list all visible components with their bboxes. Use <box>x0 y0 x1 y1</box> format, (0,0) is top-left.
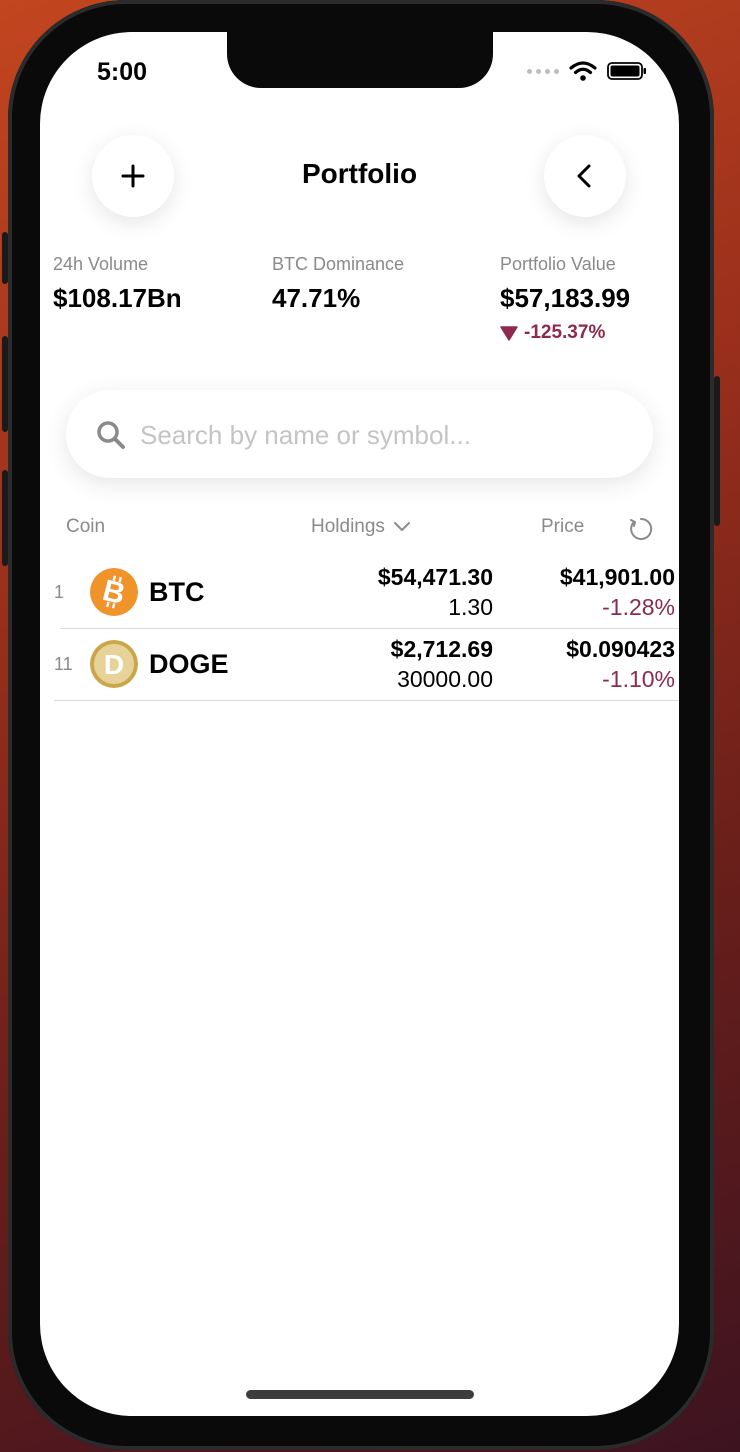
stat-label: BTC Dominance <box>272 254 405 274</box>
stat-value: $57,183.99 <box>500 283 631 313</box>
coin-price: $0.090423 <box>566 636 675 662</box>
back-button[interactable] <box>544 135 626 217</box>
column-header-holdings[interactable]: Holdings <box>311 516 411 538</box>
dogecoin-icon: D <box>90 640 138 688</box>
holdings-value: $2,712.69 <box>390 636 493 662</box>
row-divider <box>54 700 679 701</box>
cellular-signal-icon <box>527 68 559 74</box>
status-time: 5:00 <box>97 58 148 86</box>
coin-symbol: DOGE <box>149 649 229 679</box>
column-header-price[interactable]: Price <box>541 516 584 538</box>
coin-row-btc[interactable]: 1 B BTC $54,471.30 1.30 $41,901.00 -1.28… <box>54 556 679 628</box>
column-header-holdings-label: Holdings <box>311 516 385 537</box>
stat-value: 47.71% <box>272 283 361 313</box>
stat-label: Portfolio Value <box>500 254 616 274</box>
holdings-amount: 1.30 <box>448 594 493 620</box>
volume-up-button <box>2 336 8 432</box>
column-header-coin[interactable]: Coin <box>66 516 105 538</box>
holdings-value: $54,471.30 <box>377 564 493 590</box>
power-button <box>714 376 720 526</box>
bitcoin-icon: B <box>90 568 138 616</box>
chevron-left-icon <box>577 164 591 188</box>
portfolio-change-value: -125.37% <box>524 322 606 343</box>
stat-portfolio-value: Portfolio Value $57,183.99 -125.37% <box>500 254 630 344</box>
search-icon <box>97 421 125 449</box>
search-bar[interactable] <box>66 390 653 478</box>
stat-24h-volume: 24h Volume $108.17Bn <box>53 254 182 314</box>
coin-rank: 1 <box>54 582 65 602</box>
chevron-down-icon <box>393 522 410 531</box>
coin-price: $41,901.00 <box>559 564 675 590</box>
search-input[interactable] <box>138 412 612 458</box>
status-indicators <box>527 60 647 82</box>
price-change: -1.28% <box>602 594 675 620</box>
coin-rank: 11 <box>54 654 73 674</box>
stat-btc-dominance: BTC Dominance 47.71% <box>272 254 404 314</box>
refresh-icon[interactable] <box>628 516 654 542</box>
holdings-amount: 30000.00 <box>397 666 493 692</box>
battery-icon <box>607 62 646 80</box>
triangle-down-icon <box>500 326 518 341</box>
coin-row-doge[interactable]: 11 D DOGE $2,712.69 30000.00 $0.090423 -… <box>54 628 679 700</box>
app-screen: 5:00 Portfolio 24h Volume $108.17Bn BTC … <box>40 32 679 1416</box>
stat-label: 24h Volume <box>53 254 149 274</box>
volume-down-button <box>2 470 8 566</box>
coin-symbol: BTC <box>149 577 205 607</box>
price-change: -1.10% <box>602 666 675 692</box>
mute-switch <box>2 232 8 284</box>
portfolio-change: -125.37% <box>500 322 630 344</box>
stat-value: $108.17Bn <box>53 283 182 313</box>
svg-text:D: D <box>104 649 124 680</box>
notch <box>227 32 493 88</box>
home-indicator[interactable] <box>246 1390 474 1399</box>
wifi-icon <box>569 61 597 81</box>
